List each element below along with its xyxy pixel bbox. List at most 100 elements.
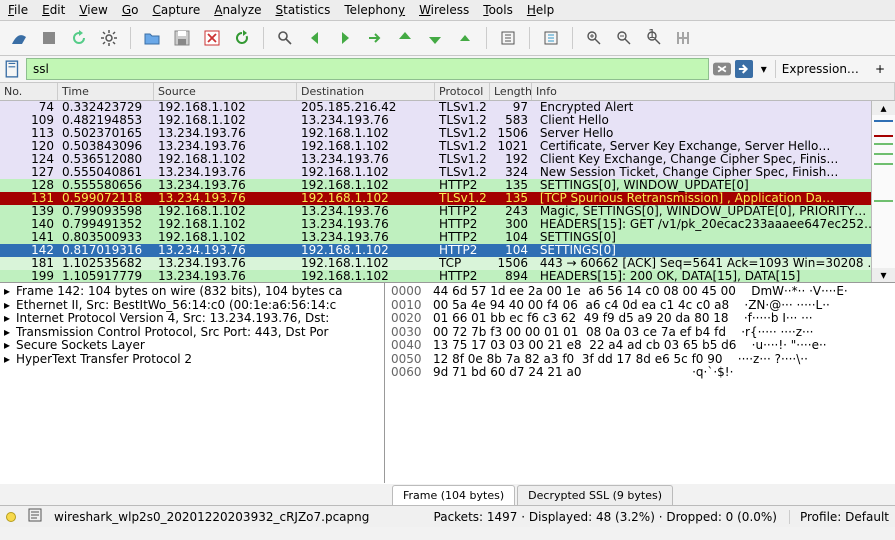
packet-row[interactable]: 1400.799491352192.168.1.10213.234.193.76… bbox=[0, 218, 895, 231]
menu-telephony[interactable]: Telephony bbox=[344, 3, 405, 17]
packet-stats-label: Packets: 1497 · Displayed: 48 (3.2%) · D… bbox=[434, 510, 777, 524]
packet-bytes-hex[interactable]: 0000 44 6d 57 1d ee 2a 00 1e a6 56 14 c0… bbox=[385, 283, 895, 483]
zoom-reset-icon[interactable]: 1 bbox=[641, 25, 667, 51]
tree-item[interactable]: ▸Internet Protocol Version 4, Src: 13.23… bbox=[4, 312, 380, 326]
display-filter-input[interactable] bbox=[26, 58, 709, 80]
packet-overview-strip[interactable]: ▴ ▾ bbox=[871, 101, 895, 282]
overview-mark bbox=[874, 143, 893, 145]
expert-info-led-icon[interactable] bbox=[6, 512, 16, 522]
filter-bookmark-icon[interactable] bbox=[4, 60, 22, 78]
overview-mark bbox=[874, 153, 893, 155]
go-down-icon[interactable] bbox=[422, 25, 448, 51]
overview-mark bbox=[874, 120, 893, 122]
packet-list-header: No.TimeSourceDestinationProtocolLengthIn… bbox=[0, 83, 895, 101]
expression-button[interactable]: Expression… bbox=[775, 60, 865, 78]
filter-history-dropdown[interactable]: ▾ bbox=[757, 62, 771, 76]
menu-capture[interactable]: Capture bbox=[152, 3, 200, 17]
scroll-down-icon[interactable]: ▾ bbox=[872, 268, 895, 282]
tree-item[interactable]: ▸Ethernet II, Src: BestItWo_56:14:c0 (00… bbox=[4, 299, 380, 313]
menubar: File Edit View Go Capture Analyze Statistics Te… bbox=[0, 0, 895, 21]
tree-expand-icon[interactable]: ▸ bbox=[4, 339, 16, 353]
tree-item[interactable]: ▸HyperText Transfer Protocol 2 bbox=[4, 353, 380, 367]
tree-item[interactable]: ▸Transmission Control Protocol, Src Port… bbox=[4, 326, 380, 340]
column-header-no[interactable]: No. bbox=[0, 83, 58, 100]
column-header-time[interactable]: Time bbox=[58, 83, 154, 100]
colorize-icon[interactable] bbox=[538, 25, 564, 51]
apply-filter-icon[interactable] bbox=[735, 60, 753, 78]
tree-item[interactable]: ▸Secure Sockets Layer bbox=[4, 339, 380, 353]
packet-row[interactable]: 1991.10591777913.234.193.76192.168.1.102… bbox=[0, 270, 895, 283]
column-header-length[interactable]: Length bbox=[490, 83, 532, 100]
tree-expand-icon[interactable]: ▸ bbox=[4, 299, 16, 313]
menu-statistics[interactable]: Statistics bbox=[276, 3, 331, 17]
hex-line[interactable]: 0010 00 5a 4e 94 40 00 f4 06 a6 c4 0d ea… bbox=[391, 299, 889, 313]
zoom-out-icon[interactable] bbox=[611, 25, 637, 51]
packet-row[interactable]: 1310.59907211813.234.193.76192.168.1.102… bbox=[0, 192, 895, 205]
profile-label[interactable]: Profile: Default bbox=[789, 510, 889, 524]
shark-fin-icon[interactable] bbox=[6, 25, 32, 51]
menu-tools[interactable]: Tools bbox=[483, 3, 513, 17]
tree-expand-icon[interactable]: ▸ bbox=[4, 353, 16, 367]
packet-row[interactable]: 1390.799093598192.168.1.10213.234.193.76… bbox=[0, 205, 895, 218]
hex-line[interactable]: 0020 01 66 01 bb ec f6 c3 62 49 f9 d5 a9… bbox=[391, 312, 889, 326]
restart-icon[interactable] bbox=[66, 25, 92, 51]
hex-line[interactable]: 0000 44 6d 57 1d ee 2a 00 1e a6 56 14 c0… bbox=[391, 285, 889, 299]
packet-list-rows[interactable]: 740.332423729192.168.1.102205.185.216.42… bbox=[0, 101, 895, 283]
column-header-source[interactable]: Source bbox=[154, 83, 297, 100]
autoscroll-icon[interactable] bbox=[495, 25, 521, 51]
open-folder-icon[interactable] bbox=[139, 25, 165, 51]
stop-icon[interactable] bbox=[36, 25, 62, 51]
menu-edit[interactable]: Edit bbox=[42, 3, 65, 17]
packet-row[interactable]: 1410.803500933192.168.1.10213.234.193.76… bbox=[0, 231, 895, 244]
column-header-protocol[interactable]: Protocol bbox=[435, 83, 490, 100]
menu-help[interactable]: Help bbox=[527, 3, 554, 17]
hex-line[interactable]: 0040 13 75 17 03 03 00 21 e8 22 a4 ad cb… bbox=[391, 339, 889, 353]
menu-analyze[interactable]: Analyze bbox=[214, 3, 261, 17]
packet-list-pane: No.TimeSourceDestinationProtocolLengthIn… bbox=[0, 83, 895, 283]
options-gear-icon[interactable] bbox=[96, 25, 122, 51]
zoom-in-icon[interactable] bbox=[581, 25, 607, 51]
menu-file[interactable]: File bbox=[8, 3, 28, 17]
tree-item[interactable]: ▸Frame 142: 104 bytes on wire (832 bits)… bbox=[4, 285, 380, 299]
tree-expand-icon[interactable]: ▸ bbox=[4, 312, 16, 326]
go-top-icon[interactable] bbox=[452, 25, 478, 51]
menu-view[interactable]: View bbox=[79, 3, 107, 17]
packet-row[interactable]: 1280.55558065613.234.193.76192.168.1.102… bbox=[0, 179, 895, 192]
find-icon[interactable] bbox=[272, 25, 298, 51]
toolbar-separator bbox=[486, 27, 487, 49]
column-header-info[interactable]: Info bbox=[532, 83, 895, 100]
packet-details-tree[interactable]: ▸Frame 142: 104 bytes on wire (832 bits)… bbox=[0, 283, 385, 483]
packet-row[interactable]: 1200.50384309613.234.193.76192.168.1.102… bbox=[0, 140, 895, 153]
packet-row[interactable]: 1811.10253568213.234.193.76192.168.1.102… bbox=[0, 257, 895, 270]
go-back-icon[interactable] bbox=[302, 25, 328, 51]
status-bar: wireshark_wlp2s0_20201220203932_cRJZo7.p… bbox=[0, 505, 895, 527]
packet-row[interactable]: 1240.536512080192.168.1.10213.234.193.76… bbox=[0, 153, 895, 166]
clear-filter-icon[interactable] bbox=[713, 60, 731, 78]
packet-row[interactable]: 1270.55504086113.234.193.76192.168.1.102… bbox=[0, 166, 895, 179]
add-filter-button[interactable]: + bbox=[869, 60, 891, 78]
packet-row[interactable]: 1130.50237016513.234.193.76192.168.1.102… bbox=[0, 127, 895, 140]
tree-expand-icon[interactable]: ▸ bbox=[4, 285, 16, 299]
packet-row[interactable]: 1420.81701931613.234.193.76192.168.1.102… bbox=[0, 244, 895, 257]
tab-decrypted-ssl[interactable]: Decrypted SSL (9 bytes) bbox=[517, 485, 673, 505]
reload-icon[interactable] bbox=[229, 25, 255, 51]
close-x-icon[interactable] bbox=[199, 25, 225, 51]
go-up-icon[interactable] bbox=[392, 25, 418, 51]
save-icon[interactable] bbox=[169, 25, 195, 51]
jump-icon[interactable] bbox=[362, 25, 388, 51]
packet-row[interactable]: 1090.482194853192.168.1.10213.234.193.76… bbox=[0, 114, 895, 127]
hex-line[interactable]: 0030 00 72 7b f3 00 00 01 01 08 0a 03 ce… bbox=[391, 326, 889, 340]
resize-cols-icon[interactable] bbox=[671, 25, 697, 51]
menu-go[interactable]: Go bbox=[122, 3, 139, 17]
packet-row[interactable]: 740.332423729192.168.1.102205.185.216.42… bbox=[0, 101, 895, 114]
display-filter-bar: ▾ Expression… + bbox=[0, 56, 895, 83]
column-header-destination[interactable]: Destination bbox=[297, 83, 435, 100]
tab-frame-bytes[interactable]: Frame (104 bytes) bbox=[392, 485, 515, 505]
hex-line[interactable]: 0050 12 8f 0e 8b 7a 82 a3 f0 3f dd 17 8d… bbox=[391, 353, 889, 367]
tree-expand-icon[interactable]: ▸ bbox=[4, 326, 16, 340]
svg-text:1: 1 bbox=[648, 29, 656, 41]
scroll-up-icon[interactable]: ▴ bbox=[872, 101, 895, 115]
hex-line[interactable]: 0060 9d 71 bd 60 d7 24 21 a0 ·q·`·$!· bbox=[391, 366, 889, 380]
menu-wireless[interactable]: Wireless bbox=[419, 3, 469, 17]
go-forward-icon[interactable] bbox=[332, 25, 358, 51]
